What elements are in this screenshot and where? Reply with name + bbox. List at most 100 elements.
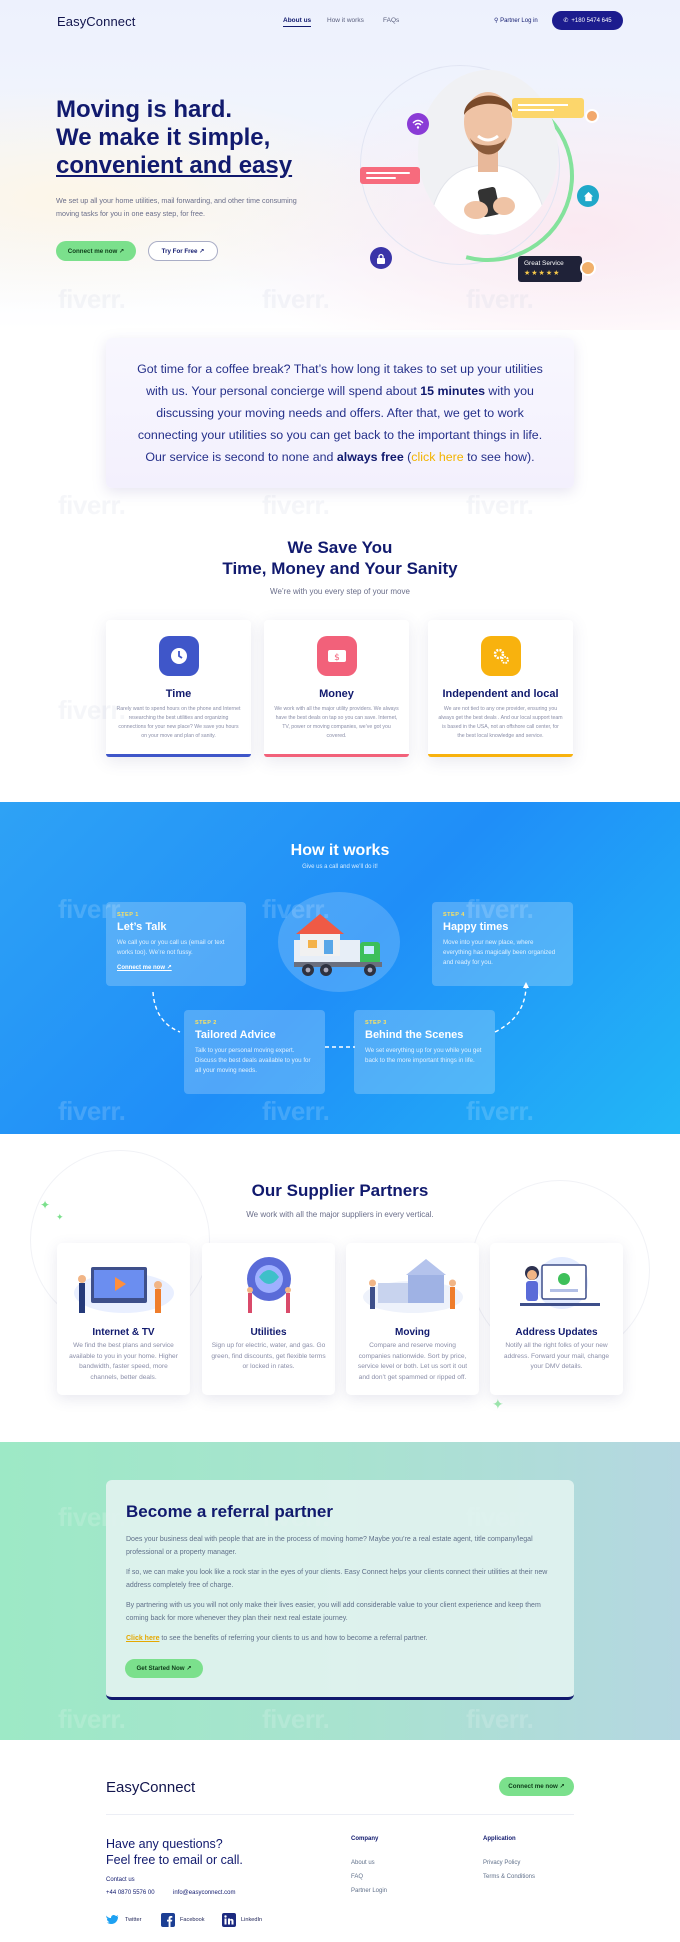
top-nav: EasyConnect About us How it works FAQs ⚲…	[0, 0, 680, 42]
footer-divider	[106, 1814, 574, 1815]
step-title: Tailored Advice	[195, 1029, 276, 1041]
how-it-works-section: fiverr. fiverr. fiverr. fiverr. fiverr. …	[0, 802, 680, 1134]
social-twitter[interactable]: Twitter	[106, 1914, 141, 1926]
save-card-independent: Independent and local We are not tied to…	[428, 620, 573, 757]
card-title: Time	[165, 688, 192, 700]
partner-card-text: Notify all the right folks of your new a…	[503, 1342, 610, 1370]
step-text: Talk to your personal moving expert. Dis…	[195, 1047, 311, 1074]
money-icon: $	[316, 636, 357, 676]
phone-button[interactable]: ✆ +180 5474 645	[552, 11, 623, 30]
partner-card-title: Address Updates	[515, 1327, 598, 1338]
try-for-free-button[interactable]: Try For Free ↗	[148, 241, 218, 261]
social-facebook[interactable]: Facebook	[161, 1913, 205, 1927]
twitter-label: Twitter	[125, 1917, 142, 1923]
application-heading: Application	[483, 1836, 516, 1842]
address-updates-illustration	[520, 1257, 600, 1309]
card-accent-bar	[428, 754, 573, 757]
logo[interactable]: EasyConnect	[57, 14, 135, 29]
intro-text: Got time for a coffee break? That’s how …	[137, 362, 543, 464]
partner-card-address: Address Updates Notify all the right fol…	[490, 1243, 623, 1395]
step-title: Behind the Scenes	[365, 1029, 464, 1041]
connect-me-now-button[interactable]: Connect me now ↗	[56, 241, 136, 261]
watermark: fiverr.	[262, 490, 330, 520]
referral-paragraph: If so, we can make you look like a rock …	[126, 1569, 548, 1589]
partner-card-text: Sign up for electric, water, and gas. Go…	[211, 1342, 326, 1370]
hero-subtext: We set up all your home utilities, mail …	[56, 196, 297, 218]
get-started-button[interactable]: Get Started Now ↗	[125, 1659, 203, 1678]
partners-subtitle: We work with all the major suppliers in …	[246, 1210, 434, 1219]
facebook-icon	[161, 1913, 175, 1927]
hero-headline: Moving is hard. We make it simple, conve…	[56, 96, 293, 179]
card-title: Money	[319, 688, 354, 700]
footer-link-about[interactable]: About us	[351, 1860, 375, 1866]
utilities-illustration	[247, 1257, 291, 1313]
partner-login-link[interactable]: ⚲ Partner Log in	[494, 17, 538, 24]
intro-click-here-link[interactable]: click here	[411, 450, 463, 464]
footer-link-privacy[interactable]: Privacy Policy	[483, 1860, 520, 1866]
partner-card-internet: Internet & TV We find the best plans and…	[57, 1243, 190, 1395]
nav-link-faqs[interactable]: FAQs	[383, 17, 399, 24]
footer-logo[interactable]: EasyConnect	[106, 1779, 195, 1796]
step-text: Move into your new place, where everythi…	[443, 939, 556, 966]
footer-link-partner-login[interactable]: Partner Login	[351, 1888, 387, 1894]
footer-email[interactable]: info@easyconnect.com	[173, 1890, 235, 1896]
partner-card-title: Internet & TV	[92, 1327, 155, 1338]
partner-card-utilities: Utilities Sign up for electric, water, a…	[202, 1243, 335, 1395]
watermark: fiverr.	[466, 1096, 534, 1126]
step-title: Happy times	[443, 921, 509, 933]
watermark: fiverr.	[58, 1096, 126, 1126]
watermark: fiverr.	[58, 490, 126, 520]
footer-connect-button[interactable]: Connect me now ↗	[499, 1777, 574, 1796]
avatar	[580, 260, 596, 276]
step-number: STEP 4	[443, 912, 465, 918]
referral-paragraph: Click here to see the benefits of referr…	[126, 1635, 428, 1642]
step-number: STEP 1	[117, 912, 139, 918]
company-heading: Company	[351, 1836, 379, 1842]
step-title: Let’s Talk	[117, 921, 167, 933]
svg-text:$: $	[334, 653, 340, 663]
watermark: fiverr.	[58, 1704, 126, 1734]
step-2-card: STEP 2 Tailored Advice Talk to your pers…	[184, 1010, 325, 1094]
gears-icon	[480, 636, 521, 676]
card-title: Independent and local	[442, 688, 559, 700]
clock-icon	[158, 636, 199, 676]
step-3-card: STEP 3 Behind the Scenes We set everythi…	[354, 1010, 495, 1094]
partner-card-title: Moving	[395, 1327, 430, 1338]
watermark: fiverr.	[262, 1096, 330, 1126]
step-text: We call you or you call us (email or tex…	[117, 939, 225, 956]
step-connect-link[interactable]: Connect me now ↗	[117, 964, 235, 971]
hero-person-image	[418, 70, 558, 235]
step-1-card: STEP 1 Let’s Talk We call you or you cal…	[106, 902, 246, 986]
how-subtitle: Give us a call and we’ll do it!	[302, 864, 378, 870]
watermark: fiverr.	[262, 284, 330, 314]
footer-link-faq[interactable]: FAQ	[351, 1874, 363, 1880]
social-linkedin[interactable]: LinkedIn	[222, 1913, 262, 1927]
footer-phone[interactable]: +44 0870 5576 00	[106, 1890, 155, 1896]
user-icon: ⚲	[494, 18, 499, 24]
watermark: fiverr.	[466, 1704, 534, 1734]
how-title: How it works	[290, 842, 390, 859]
intro-box: Got time for a coffee break? That’s how …	[106, 338, 574, 488]
nav-link-about[interactable]: About us	[283, 17, 312, 27]
save-card-time: Time Rarely want to spend hours on the p…	[106, 620, 251, 757]
internet-tv-illustration	[74, 1267, 174, 1313]
watermark: fiverr.	[466, 490, 534, 520]
watermark: fiverr.	[466, 284, 534, 314]
great-service-badge: Great Service ★★★★★	[518, 256, 582, 282]
card-text: We work with all the major utility provi…	[274, 706, 399, 739]
nav-link-how-it-works[interactable]: How it works	[327, 17, 364, 24]
referral-title: Become a referral partner	[126, 1502, 333, 1521]
chat-bubble-decor	[360, 167, 420, 184]
watermark: fiverr.	[58, 284, 126, 314]
footer-link-terms[interactable]: Terms & Conditions	[483, 1874, 535, 1880]
referral-click-here-link[interactable]: Click here	[126, 1635, 159, 1642]
lock-icon	[370, 247, 392, 269]
card-accent-bar	[106, 754, 251, 757]
referral-paragraph: Does your business deal with people that…	[126, 1536, 533, 1556]
message-card-decor	[512, 98, 584, 118]
contact-label: Contact us	[106, 1877, 135, 1883]
step-4-card: STEP 4 Happy times Move into your new pl…	[432, 902, 573, 986]
partner-card-title: Utilities	[250, 1327, 287, 1338]
step-number: STEP 2	[195, 1020, 217, 1026]
referral-paragraph: By partnering with us you will not only …	[126, 1602, 541, 1622]
